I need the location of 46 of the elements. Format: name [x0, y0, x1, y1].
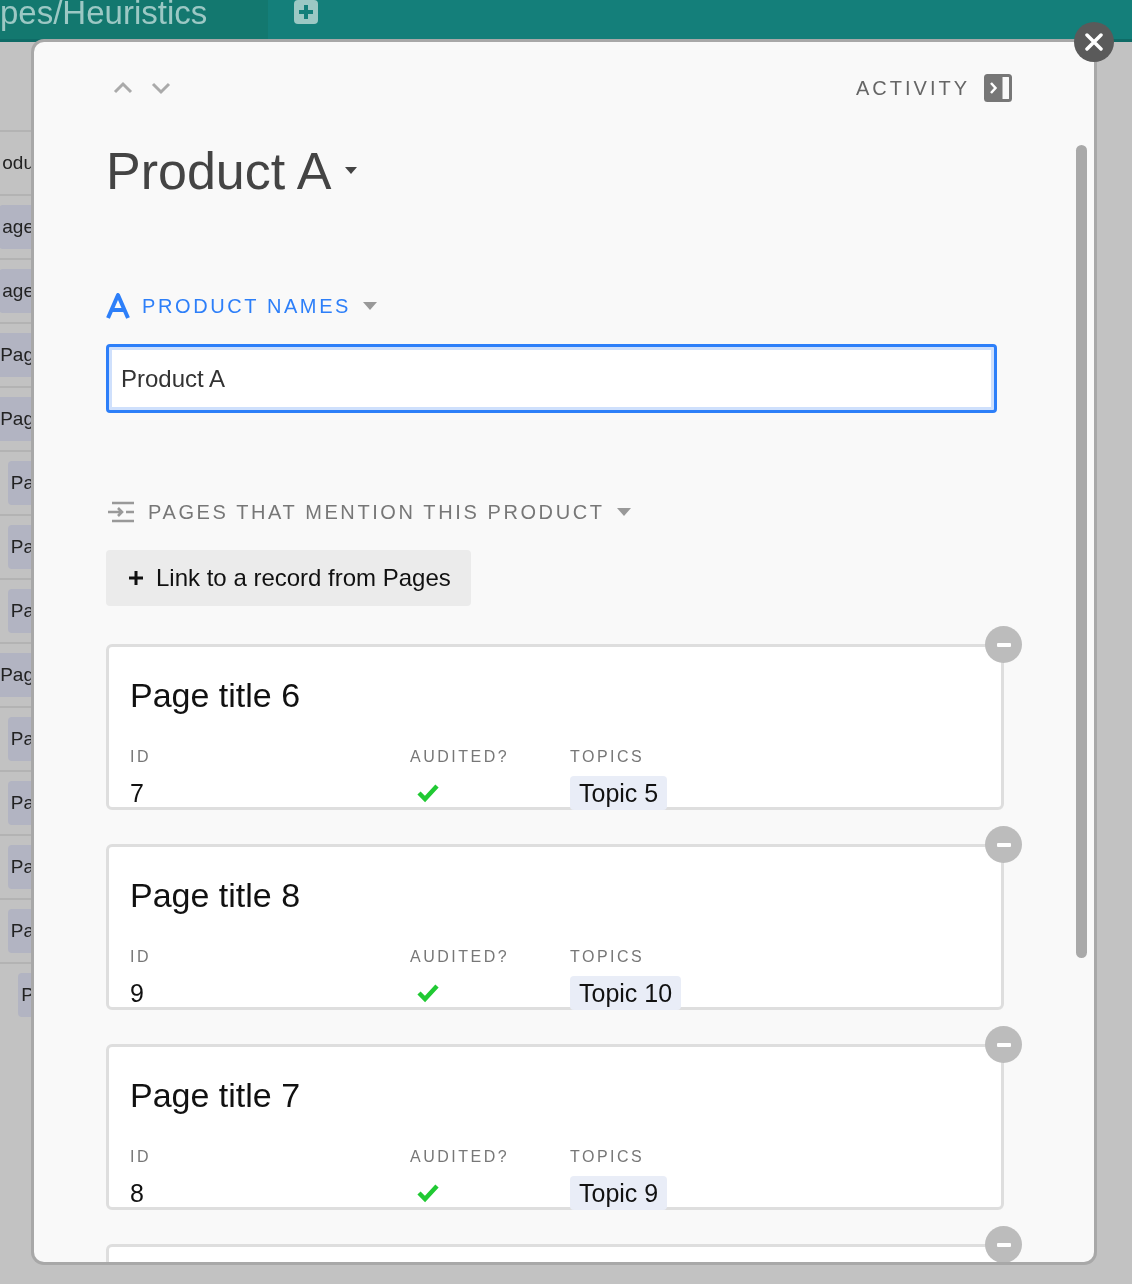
plus-icon — [128, 570, 144, 586]
remove-button[interactable] — [985, 1226, 1022, 1262]
id-value: 8 — [130, 1179, 144, 1207]
remove-button[interactable] — [985, 626, 1022, 663]
column-label: ID — [130, 1147, 151, 1167]
panel-icon — [984, 74, 1012, 102]
minus-icon — [996, 642, 1011, 647]
column-label: ID — [130, 947, 151, 967]
record-card[interactable]: Page title 7 ID 8 AUDITED? TOPICS Topic 9 — [106, 1044, 1004, 1210]
field-label: PRODUCT NAMES — [142, 294, 351, 319]
text-input-field[interactable]: Product A — [106, 344, 997, 413]
record-card[interactable]: Page title 8 ID 9 AUDITED? TOPICS Topic 10 — [106, 844, 1004, 1010]
topic-tag: Topic 9 — [570, 1176, 668, 1210]
chevron-down-icon — [150, 81, 172, 95]
card-title: Page title 8 — [130, 875, 302, 915]
remove-button[interactable] — [985, 826, 1022, 863]
minus-icon — [996, 1042, 1011, 1047]
column-label: AUDITED? — [410, 1147, 510, 1167]
base-title: pes/Heuristics — [0, 0, 208, 29]
column-label: TOPICS — [570, 1147, 645, 1167]
topic-tag: Topic 5 — [570, 776, 668, 810]
text-field-icon — [106, 293, 130, 319]
card-title: Page title 7 — [130, 1075, 302, 1115]
field-label: PAGES THAT MENTION THIS PRODUCT — [148, 500, 605, 525]
id-value: 9 — [130, 979, 144, 1007]
scrollbar-thumb[interactable] — [1076, 145, 1087, 958]
record-card[interactable]: Page title 6 ID 7 AUDITED? TOPICS Topic 5 — [106, 644, 1004, 810]
remove-button[interactable] — [985, 1026, 1022, 1063]
caret-icon[interactable] — [345, 167, 358, 175]
chevron-up-icon — [112, 81, 134, 95]
card-title: Page title 6 — [130, 675, 302, 715]
column-label: AUDITED? — [410, 947, 510, 967]
linked-records-icon — [106, 501, 136, 523]
link-record-button[interactable]: Link to a record from Pages — [106, 550, 471, 606]
minus-icon — [996, 842, 1011, 847]
close-icon — [1085, 33, 1103, 51]
record-title: Product A — [106, 141, 332, 201]
activity-button[interactable]: ACTIVITY — [856, 73, 1012, 103]
id-value: 7 — [130, 779, 144, 807]
add-icon[interactable] — [294, 0, 318, 24]
column-label: TOPICS — [570, 947, 645, 967]
topic-tag: Topic 10 — [570, 976, 682, 1010]
column-label: ID — [130, 747, 151, 767]
column-label: AUDITED? — [410, 747, 510, 767]
column-label: TOPICS — [570, 747, 645, 767]
minus-icon — [996, 1242, 1011, 1247]
